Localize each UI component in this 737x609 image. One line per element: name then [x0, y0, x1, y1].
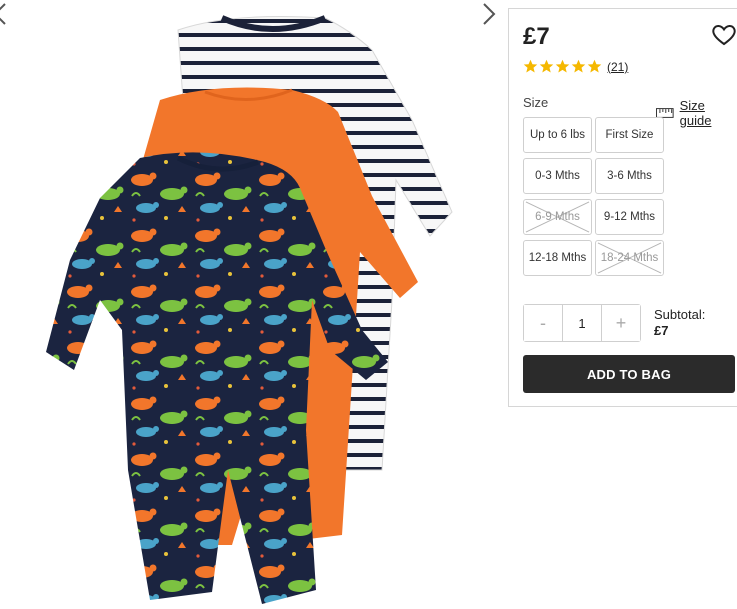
size-option-12-18-mths[interactable]: 12-18 Mths	[523, 240, 592, 276]
add-to-bag-button[interactable]: ADD TO BAG	[523, 355, 735, 393]
size-option-6-9-mths[interactable]: 6-9 Mths	[523, 199, 592, 235]
product-image	[46, 15, 453, 604]
size-guide-link[interactable]: Size guide	[656, 98, 737, 128]
size-option-label: 12-18 Mths	[528, 252, 587, 264]
size-option-first-size[interactable]: First Size	[595, 117, 664, 153]
size-guide-label: Size guide	[679, 98, 712, 128]
quantity-stepper: - 1 +	[523, 304, 641, 342]
subtotal-label: Subtotal:	[654, 307, 706, 322]
size-label: Size	[523, 95, 549, 110]
quantity-input[interactable]: 1	[562, 305, 602, 341]
size-option-label: 9-12 Mths	[603, 211, 656, 223]
product-price: £7	[523, 23, 550, 50]
size-option-label: 6-9 Mths	[535, 211, 580, 223]
size-option-9-12-mths[interactable]: 9-12 Mths	[595, 199, 664, 235]
product-image-gallery	[0, 0, 505, 609]
size-option-label: 0-3 Mths	[535, 170, 580, 182]
size-option-label: 18-24 Mths	[600, 252, 659, 264]
chevron-left-icon[interactable]	[0, 0, 8, 28]
size-option-18-24-mths[interactable]: 18-24 Mths	[595, 240, 664, 276]
size-option-up-to-6-lbs[interactable]: Up to 6 lbs	[523, 117, 592, 153]
quantity-increase-button[interactable]: +	[602, 305, 640, 341]
size-option-label: Up to 6 lbs	[530, 129, 585, 141]
size-option-label: 3-6 Mths	[607, 170, 652, 182]
subtotal: Subtotal: £7	[654, 307, 705, 339]
star-icon	[571, 59, 586, 73]
heart-outline-icon[interactable]	[711, 23, 737, 47]
subtotal-value: £7	[654, 323, 669, 338]
purchase-panel: £7 (21) Size Size guide Up to 6 lbs Firs…	[508, 8, 737, 407]
size-option-0-3-mths[interactable]: 0-3 Mths	[523, 158, 592, 194]
quantity-decrease-button[interactable]: -	[524, 305, 562, 341]
review-count-link[interactable]: (21)	[607, 60, 628, 74]
size-option-3-6-mths[interactable]: 3-6 Mths	[595, 158, 664, 194]
chevron-right-icon[interactable]	[481, 0, 497, 28]
star-icon	[539, 59, 554, 73]
star-icon	[523, 59, 538, 73]
size-option-label: First Size	[605, 129, 654, 141]
rating: (21)	[523, 59, 628, 74]
star-icon	[555, 59, 570, 73]
star-icon	[587, 59, 602, 73]
